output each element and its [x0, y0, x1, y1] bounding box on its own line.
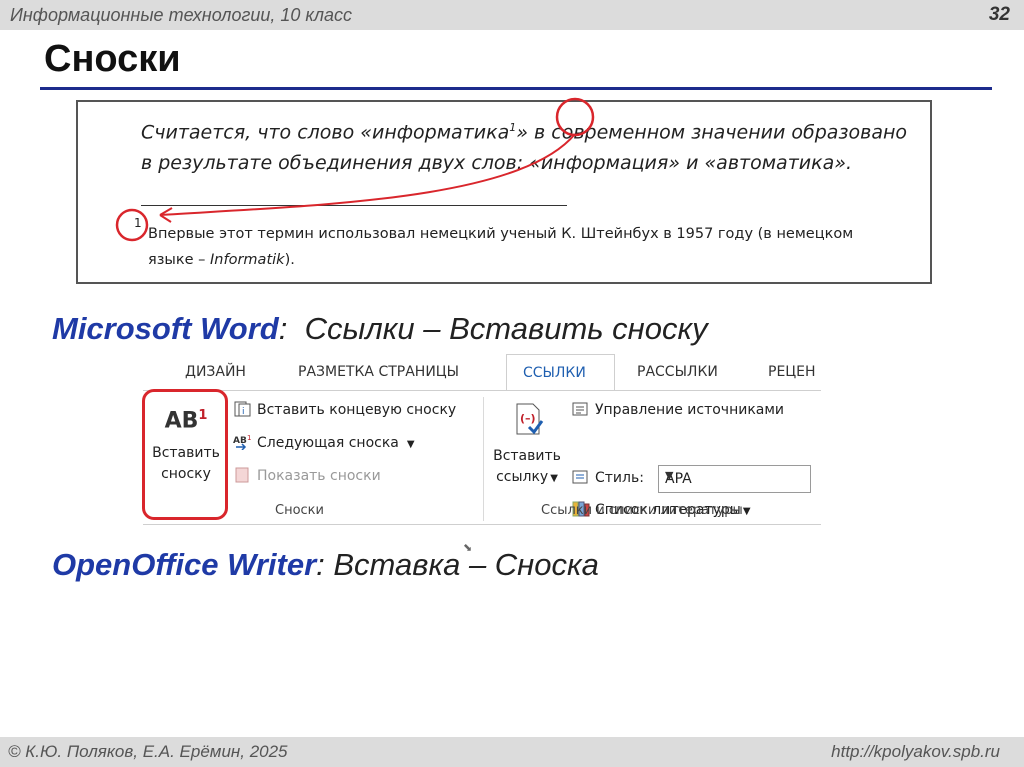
footnote-text: Впервые этот термин использовал немецкий… — [148, 221, 868, 273]
insert-citation-label-2-text: ссылку — [496, 469, 549, 485]
oo-menu-path: Вставка – Сноска — [324, 547, 599, 582]
next-footnote-button[interactable]: AB 1 Следующая сноска ▼ — [233, 434, 415, 451]
footer-url[interactable]: http://kpolyakov.spb.ru — [831, 742, 1000, 762]
next-footnote-label: Следующая сноска — [257, 435, 399, 451]
group-footnotes-label: Сноски — [275, 503, 324, 518]
insert-citation-icon: (–) — [516, 403, 544, 435]
tab-page-layout[interactable]: РАЗМЕТКА СТРАНИЦЫ — [298, 354, 459, 390]
footnote-number: 1 — [134, 216, 142, 230]
manage-sources-icon — [572, 402, 588, 416]
chevron-down-icon: ▼ — [665, 469, 674, 482]
footer-bar: © К.Ю. Поляков, Е.А. Ерёмин, 2025 http:/… — [0, 737, 1024, 767]
ribbon-body: AB1 Вставить сноску i Вставить концевую с… — [143, 390, 821, 554]
svg-text:(–): (–) — [520, 412, 536, 425]
word-menu-path: Ссылки – Вставить сноску — [287, 311, 708, 346]
footnote-separator — [141, 205, 567, 206]
tab-design[interactable]: ДИЗАЙН — [185, 354, 246, 390]
insert-endnote-label: Вставить концевую сноску — [257, 402, 457, 418]
show-notes-icon — [235, 467, 249, 483]
tab-mailings[interactable]: РАССЫЛКИ — [637, 354, 718, 390]
group-separator — [483, 397, 484, 521]
tab-references[interactable]: ССЫЛКИ — [506, 354, 615, 390]
insert-endnote-button[interactable]: i Вставить концевую сноску — [233, 401, 456, 418]
openoffice-instruction: OpenOffice Writer: Вставка – Сноска — [52, 547, 599, 583]
word-ribbon: ДИЗАЙН РАЗМЕТКА СТРАНИЦЫ ССЫЛКИ РАССЫЛКИ… — [143, 354, 821, 554]
footer-authors: © К.Ю. Поляков, Е.А. Ерёмин, 2025 — [8, 742, 288, 761]
title-divider — [40, 87, 992, 90]
show-notes-button[interactable]: Показать сноски — [233, 467, 381, 484]
oo-separator: : — [316, 547, 325, 582]
paragraph-before: Считается, что слово «информатика — [141, 121, 510, 144]
slide-title: Сноски — [44, 38, 181, 80]
example-paragraph: Считается, что слово «информатика1» в со… — [141, 112, 911, 179]
manage-sources-label: Управление источниками — [595, 402, 785, 418]
group-citations-label: Ссылки и списки литературы — [541, 503, 743, 518]
dropdown-arrow-icon: ▼ — [550, 473, 558, 484]
svg-text:i: i — [242, 407, 245, 417]
style-label: Стиль: — [571, 469, 644, 486]
course-title: Информационные технологии, 10 класс — [10, 5, 353, 25]
word-instruction: Microsoft Word: Ссылки – Вставить сноску — [52, 311, 708, 347]
slide-number: 32 — [988, 4, 1010, 25]
dropdown-arrow-icon: ▼ — [742, 506, 751, 517]
manage-sources-button[interactable]: Управление источниками — [571, 401, 784, 418]
style-icon — [572, 470, 588, 484]
footnote-example-box: Считается, что слово «информатика1» в со… — [76, 100, 932, 284]
show-notes-label: Показать сноски — [257, 468, 381, 484]
highlight-frame — [142, 389, 228, 520]
footnote-text-term: Informatik — [210, 252, 285, 268]
top-bar: Информационные технологии, 10 класс 32 — [0, 0, 1024, 30]
style-select[interactable]: APA ▼ — [658, 465, 811, 493]
footnote-text-after: ). — [284, 252, 295, 268]
insert-citation-label-1: Вставить — [493, 448, 561, 464]
insert-endnote-icon: i — [234, 401, 251, 417]
svg-text:AB: AB — [233, 436, 247, 446]
word-app-name: Microsoft Word — [52, 311, 279, 346]
next-footnote-icon: AB 1 — [233, 434, 251, 450]
insert-citation-label-2: ссылку ▼ — [487, 467, 567, 489]
svg-text:1: 1 — [247, 434, 251, 442]
tab-review[interactable]: РЕЦЕН — [768, 354, 816, 390]
dropdown-arrow-icon: ▼ — [406, 439, 415, 450]
oo-app-name: OpenOffice Writer — [52, 547, 317, 582]
insert-citation-button[interactable]: (–) Вставить ссылку ▼ — [487, 401, 567, 489]
style-label-text: Стиль: — [595, 470, 644, 486]
